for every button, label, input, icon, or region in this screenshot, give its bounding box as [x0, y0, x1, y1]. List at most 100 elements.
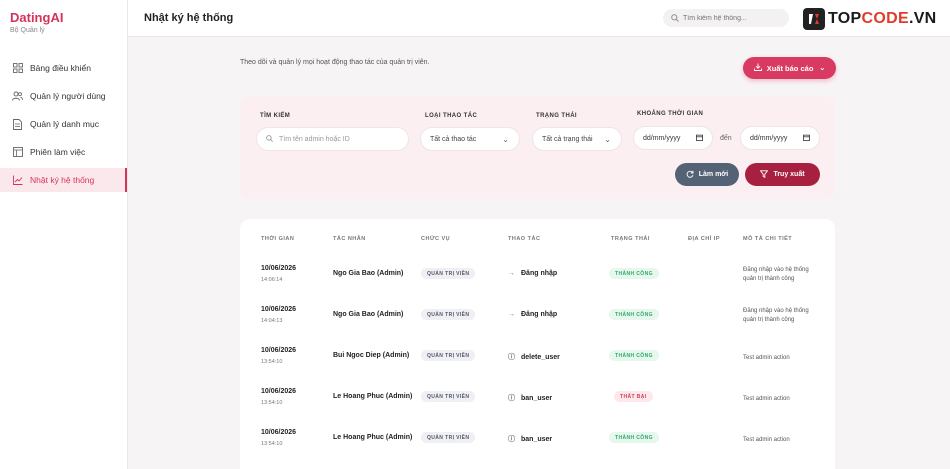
column-header-time: THỜI GIAN	[261, 236, 295, 242]
page-description: Theo dõi và quản lý mọi hoạt động thao t…	[240, 59, 430, 66]
log-action-label: ban_user	[521, 394, 553, 402]
role-badge: QUẢN TRỊ VIÊN	[421, 350, 476, 361]
admin-search-placeholder: Tìm tên admin hoặc ID	[279, 135, 350, 143]
date-to-value: dd/mm/yyyy	[750, 134, 788, 142]
status-badge: THÀNH CÔNG	[609, 432, 659, 443]
sidebar-item-users[interactable]: Quản lý người dùng	[0, 84, 127, 108]
date-from-input[interactable]: dd/mm/yyyy	[633, 126, 713, 150]
status-badge: THÀNH CÔNG	[609, 350, 659, 361]
document-icon	[12, 118, 23, 130]
role-badge: QUẢN TRỊ VIÊN	[421, 309, 476, 320]
log-action: ⓘ ban_user	[508, 393, 552, 403]
info-icon: ⓘ	[508, 354, 515, 361]
table-row[interactable]: 10/06/2026 13:54:10 Le Hoang Phuc (Admin…	[240, 382, 835, 423]
reset-button[interactable]: Làm mới	[675, 163, 739, 186]
logo-text-vn: .VN	[908, 10, 937, 27]
log-action: ⓘ delete_user	[508, 352, 560, 362]
top-header: Nhật ký hệ thống TOPCODE.VN	[128, 0, 950, 37]
log-time: 14:06:14	[261, 277, 283, 283]
info-icon: ⓘ	[508, 436, 515, 443]
global-search[interactable]	[663, 9, 789, 27]
log-actor: Bui Ngoc Diep (Admin)	[333, 352, 410, 359]
log-detail: Test admin action	[743, 396, 790, 402]
download-icon	[753, 63, 762, 73]
log-action-label: Đăng nhập	[521, 311, 558, 318]
grid-icon	[12, 63, 23, 74]
status-value: Tất cả trạng thái	[542, 135, 593, 143]
log-action: → Đăng nhập	[508, 270, 557, 277]
log-detail: Test admin action	[743, 437, 790, 443]
login-icon: →	[508, 270, 515, 277]
refresh-icon	[686, 170, 694, 180]
log-action: → Đăng nhập	[508, 311, 557, 318]
log-date: 10/06/2026	[261, 306, 297, 313]
sidebar-item-label: Quản lý danh mục	[30, 119, 99, 129]
reset-label: Làm mới	[698, 171, 729, 178]
status-filter-label: TRẠNG THÁI	[536, 113, 577, 119]
chart-line-icon	[12, 175, 23, 186]
info-icon: ⓘ	[508, 395, 515, 402]
log-table: THỜI GIAN TÁC NHÂN CHỨC VỤ THAO TÁC TRẠN…	[240, 219, 835, 469]
log-actor: Le Hoang Phuc (Admin)	[333, 393, 413, 400]
sidebar-item-system-log[interactable]: Nhật ký hệ thống	[0, 168, 127, 192]
action-type-value: Tất cả thao tác	[430, 135, 477, 143]
column-header-action: THAO TÁC	[508, 236, 541, 242]
table-row[interactable]: 10/06/2026 14:06:14 Ngo Gia Bao (Admin) …	[240, 259, 835, 300]
query-label: Truy xuất	[773, 171, 805, 178]
topcode-logo: TOPCODE.VN	[803, 6, 937, 32]
sidebar-item-categories[interactable]: Quản lý danh mục	[0, 112, 127, 136]
logo-text-top: TOP	[828, 10, 862, 27]
sidebar-item-dashboard[interactable]: Bảng điều khiển	[0, 56, 127, 80]
export-report-button[interactable]: Xuất báo cáo ⌄	[743, 57, 836, 79]
status-select[interactable]: Tất cả trạng thái ⌄	[532, 127, 622, 151]
status-badge: THẤT BẠI	[614, 391, 653, 402]
brand-subtitle: Bộ Quản lý	[10, 27, 45, 34]
log-action-label: Đăng nhập	[521, 270, 558, 277]
table-row[interactable]: 10/06/2026 13:54:10 Bui Ngoc Diep (Admin…	[240, 341, 835, 382]
topcode-badge-icon	[803, 8, 825, 30]
query-button[interactable]: Truy xuất	[745, 163, 820, 186]
chevron-down-icon: ⌄	[604, 134, 611, 144]
table-row[interactable]: 10/06/2026 14:04:13 Ngo Gia Bao (Admin) …	[240, 300, 835, 341]
log-date: 10/06/2026	[261, 347, 297, 354]
column-header-actor: TÁC NHÂN	[333, 236, 366, 242]
date-from-value: dd/mm/yyyy	[643, 134, 681, 142]
role-badge: QUẢN TRỊ VIÊN	[421, 432, 476, 443]
sidebar-item-label: Phiên làm việc	[30, 147, 86, 157]
login-icon: →	[508, 311, 515, 318]
table-row[interactable]: 10/06/2026 13:54:10 Le Hoang Phuc (Admin…	[240, 423, 835, 464]
global-search-input[interactable]	[683, 14, 783, 22]
date-range-separator: đến	[720, 135, 732, 142]
role-badge: QUẢN TRỊ VIÊN	[421, 391, 476, 402]
column-header-role: CHỨC VỤ	[421, 236, 451, 242]
role-badge: QUẢN TRỊ VIÊN	[421, 268, 476, 279]
column-header-status: TRẠNG THÁI	[611, 236, 650, 242]
brand[interactable]: DatingAI Bộ Quản lý	[0, 0, 127, 34]
sidebar: DatingAI Bộ Quản lý Bảng điều khiển Quản…	[0, 0, 128, 469]
calendar-icon	[696, 134, 703, 143]
log-actor: Ngo Gia Bao (Admin)	[333, 311, 404, 318]
action-type-label: LOẠI THAO TÁC	[425, 113, 478, 119]
sidebar-item-sessions[interactable]: Phiên làm việc	[0, 140, 127, 164]
action-type-select[interactable]: Tất cả thao tác ⌄	[420, 127, 520, 151]
log-time: 13:54:10	[261, 441, 283, 447]
logo-text-code: CODE	[861, 10, 909, 27]
log-time: 14:04:13	[261, 318, 283, 324]
status-badge: THÀNH CÔNG	[609, 309, 659, 320]
page-title: Nhật ký hệ thống	[144, 12, 234, 24]
chevron-down-icon: ⌄	[819, 65, 826, 72]
log-detail: Đăng nhập vào hệ thống quản trị thành cô…	[743, 308, 809, 323]
admin-search-input[interactable]: Tìm tên admin hoặc ID	[256, 127, 409, 151]
calendar-icon	[803, 134, 810, 143]
log-detail: Test admin action	[743, 355, 790, 361]
search-icon	[671, 9, 679, 27]
log-action-label: delete_user	[521, 353, 560, 361]
column-header-detail: MÔ TẢ CHI TIẾT	[743, 236, 793, 242]
users-icon	[12, 91, 23, 102]
log-date: 10/06/2026	[261, 429, 297, 436]
topcode-logo-text: TOPCODE.VN	[828, 10, 937, 28]
log-action-label: ban_user	[521, 435, 553, 443]
date-to-input[interactable]: dd/mm/yyyy	[740, 126, 820, 150]
log-actor: Ngo Gia Bao (Admin)	[333, 270, 404, 277]
log-detail: Đăng nhập vào hệ thống quản trị thành cô…	[743, 267, 809, 282]
